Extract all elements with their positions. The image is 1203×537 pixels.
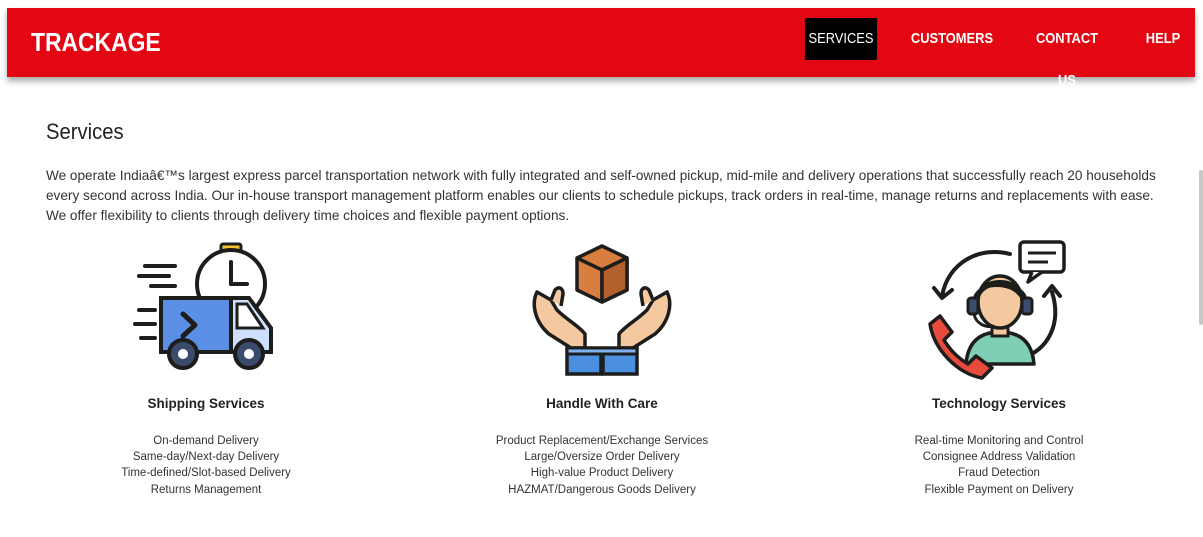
list-item: Consignee Address Validation <box>922 451 1076 464</box>
service-title: Handle With Care <box>546 396 658 411</box>
page-title: Services <box>46 119 124 144</box>
top-navbar: TRACKAGE SERVICES CUSTOMERS CONTACT US H… <box>7 8 1195 89</box>
list-item: Large/Oversize Order Delivery <box>524 451 680 464</box>
nav-contact-us[interactable]: CONTACT US <box>1027 18 1106 89</box>
nav-customers[interactable]: CUSTOMERS <box>909 18 995 60</box>
nav-help[interactable]: HELP <box>1142 18 1185 60</box>
service-title: Shipping Services <box>147 396 265 411</box>
service-title: Technology Services <box>931 396 1067 411</box>
list-item: Real-time Monitoring and Control <box>914 435 1084 447</box>
list-item: High-value Product Delivery <box>530 467 674 480</box>
nav-services[interactable]: SERVICES <box>804 18 878 60</box>
service-card-shipping: Shipping Services On-demand Delivery Sam… <box>46 240 366 498</box>
list-item: Same-day/Next-day Delivery <box>132 451 280 464</box>
list-item: Returns Management <box>150 483 262 496</box>
service-feature-list: On-demand Delivery Same-day/Next-day Del… <box>46 433 366 498</box>
brand-logo[interactable]: TRACKAGE <box>31 27 161 58</box>
service-card-technology: Technology Services Real-time Monitoring… <box>839 240 1159 498</box>
list-item: Product Replacement/Exchange Services <box>495 435 709 447</box>
service-card-handle-with-care: Handle With Care Product Replacement/Exc… <box>442 240 762 498</box>
list-item: Flexible Payment on Delivery <box>924 483 1074 496</box>
service-feature-list: Product Replacement/Exchange Services La… <box>442 433 762 498</box>
delivery-truck-clock-icon <box>133 242 273 370</box>
page-scrollbar[interactable] <box>1199 170 1203 325</box>
list-item: Time-defined/Slot-based Delivery <box>121 467 291 480</box>
support-agent-icon <box>928 240 1066 380</box>
hands-box-icon <box>532 244 672 376</box>
list-item: HAZMAT/Dangerous Goods Delivery <box>508 483 696 496</box>
list-item: On-demand Delivery <box>153 435 259 447</box>
list-item: Fraud Detection <box>958 467 1040 480</box>
intro-paragraph: We operate Indiaâ€™s largest express par… <box>46 168 1156 223</box>
service-feature-list: Real-time Monitoring and Control Consign… <box>839 433 1159 498</box>
